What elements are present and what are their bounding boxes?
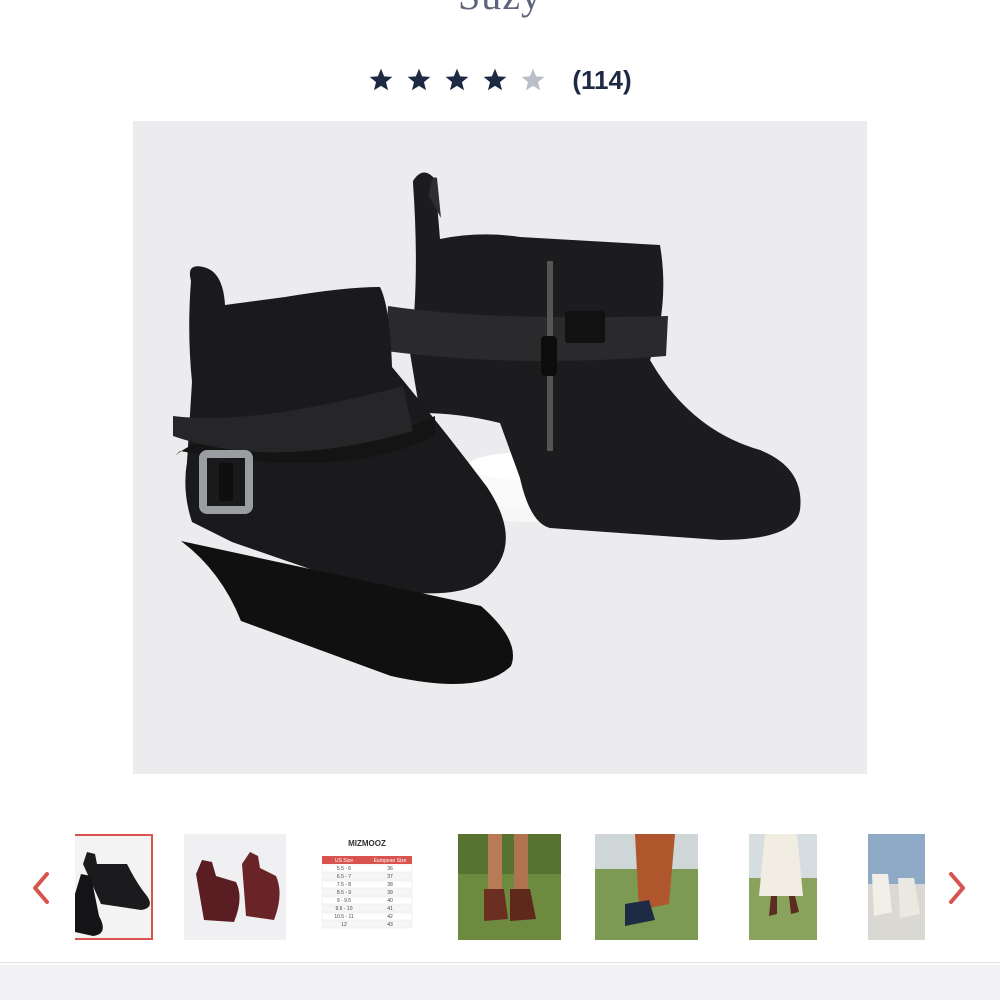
size-chart-cell: 5.5 - 6 [337,866,351,872]
main-product-image[interactable] [133,121,867,774]
thumbnail-carousel: MIZMOOZ US Size European Size 5.5 - 6 36 6.5… [0,812,1000,962]
product-title: Suzy [0,0,1000,19]
size-chart-cell: US Size [335,858,353,864]
thumbnail-track: MIZMOOZ US Size European Size 5.5 - 6 36 6.5… [75,828,925,954]
review-count[interactable]: (114) [572,65,631,96]
size-chart-cell: 38 [387,882,393,888]
thumbnail-brown-boots-on-model[interactable] [458,834,561,940]
star-filled-icon [444,67,470,93]
chevron-left-icon [33,872,49,904]
chevron-right-icon [949,872,965,904]
size-chart-cell: European Size [374,858,407,864]
size-chart-row [321,880,413,889]
thumbnail-size-chart[interactable]: MIZMOOZ US Size European Size 5.5 - 6 36 6.5… [314,834,420,940]
section-divider [0,962,1000,963]
size-chart-cell: 36 [387,866,393,872]
star-filled-icon [406,67,432,93]
thumbnail-burgundy-boots[interactable] [184,834,286,940]
size-chart-cell: 37 [387,874,393,880]
size-chart-cell: 7.5 - 8 [337,882,351,888]
size-chart-cell: 6.5 - 7 [337,874,351,880]
size-chart-cell: 12 [341,922,347,928]
size-chart-brand: MIZMOOZ [348,839,386,848]
size-chart-cell: 40 [387,898,393,904]
size-chart-cell: 8.5 - 9 [337,890,351,896]
star-rating [368,67,546,93]
size-chart-cell: 10.5 - 11 [334,914,354,920]
star-filled-icon [368,67,394,93]
carousel-prev-button[interactable] [26,868,56,908]
black-ankle-boots-image [133,121,867,774]
star-filled-icon [482,67,508,93]
size-chart-row [321,888,413,897]
size-chart-row [321,896,413,905]
star-empty-icon [520,67,546,93]
carousel-next-button[interactable] [942,868,972,908]
size-chart-row [321,872,413,881]
thumbnail-navy-boot-on-model[interactable] [595,834,698,940]
size-chart-cell: 39 [387,890,393,896]
size-chart-row [321,864,413,873]
size-chart-cell: 43 [387,922,393,928]
rating-summary[interactable]: (114) [0,60,1000,100]
size-chart-cell: 9 - 9.5 [337,898,351,904]
size-chart-cell: 42 [387,914,393,920]
thumbnail-white-boots-on-model[interactable] [868,834,925,940]
thumbnail-model-in-field[interactable] [749,834,817,940]
size-chart-cell: 9.5 - 10 [336,906,353,912]
size-chart-cell: 41 [387,906,393,912]
footer-band [0,965,1000,1000]
size-chart-row [321,920,413,929]
thumbnail-black-boots[interactable] [75,834,153,940]
